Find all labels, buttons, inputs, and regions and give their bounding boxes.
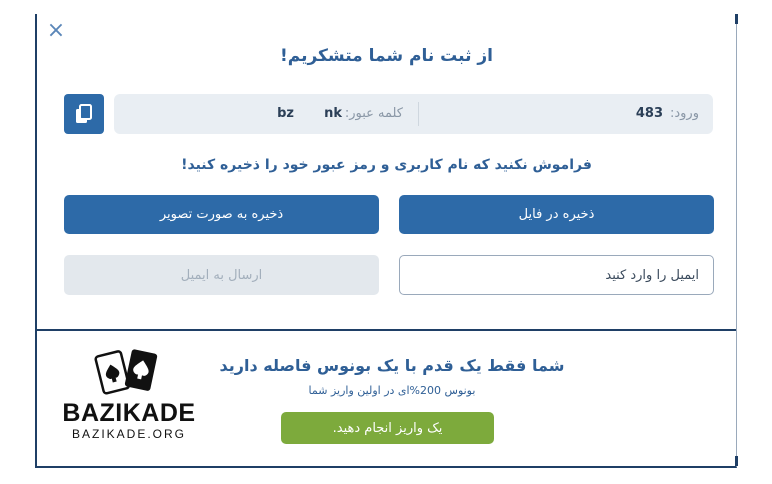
save-reminder-text: فراموش نکنید که نام کاربری و رمز عبور خو… [181, 157, 592, 173]
logo-wordmark: BAZIKADE [62, 399, 196, 427]
modal-corner-top-right [735, 14, 738, 24]
credentials-box: ورود: 483 کلمه عبور: nk bz [114, 94, 713, 134]
modal-corner-bottom-right [735, 456, 738, 466]
save-to-file-button[interactable]: ذخیره در فایل [399, 195, 714, 234]
promo-subtitle: بونوس 200%ای در اولین واریز شما [308, 384, 476, 397]
registration-success-modal: × از ثبت نام شما متشکریم! ورود: 483 کلمه… [35, 14, 738, 468]
login-label: ورود: [669, 106, 699, 121]
credentials-divider [418, 102, 419, 126]
modal-title: از ثبت نام شما متشکریم! [279, 46, 494, 66]
password-value-part: bz [277, 106, 294, 121]
promo-title: شما فقط یک قدم با یک بونوس فاصله دارید [219, 356, 565, 375]
close-icon[interactable]: × [46, 20, 66, 42]
copy-credentials-button[interactable] [64, 94, 104, 134]
save-as-image-button[interactable]: ذخیره به صورت تصویر [64, 195, 379, 234]
email-input[interactable] [399, 255, 714, 295]
password-value-part: nk [324, 106, 342, 121]
login-value: 483 [635, 106, 663, 121]
bazikade-logo: BAZIKADE BAZIKADE.ORG [54, 347, 204, 447]
send-to-email-button[interactable]: ارسال به ایمیل [64, 255, 379, 295]
section-divider [37, 329, 736, 331]
password-label: کلمه عبور: [344, 106, 403, 121]
copy-icon [76, 104, 92, 123]
make-deposit-button[interactable]: یک واریز انجام دهید. [281, 412, 494, 444]
logo-url: BAZIKADE.ORG [71, 427, 187, 441]
playing-cards-icon [94, 349, 158, 395]
